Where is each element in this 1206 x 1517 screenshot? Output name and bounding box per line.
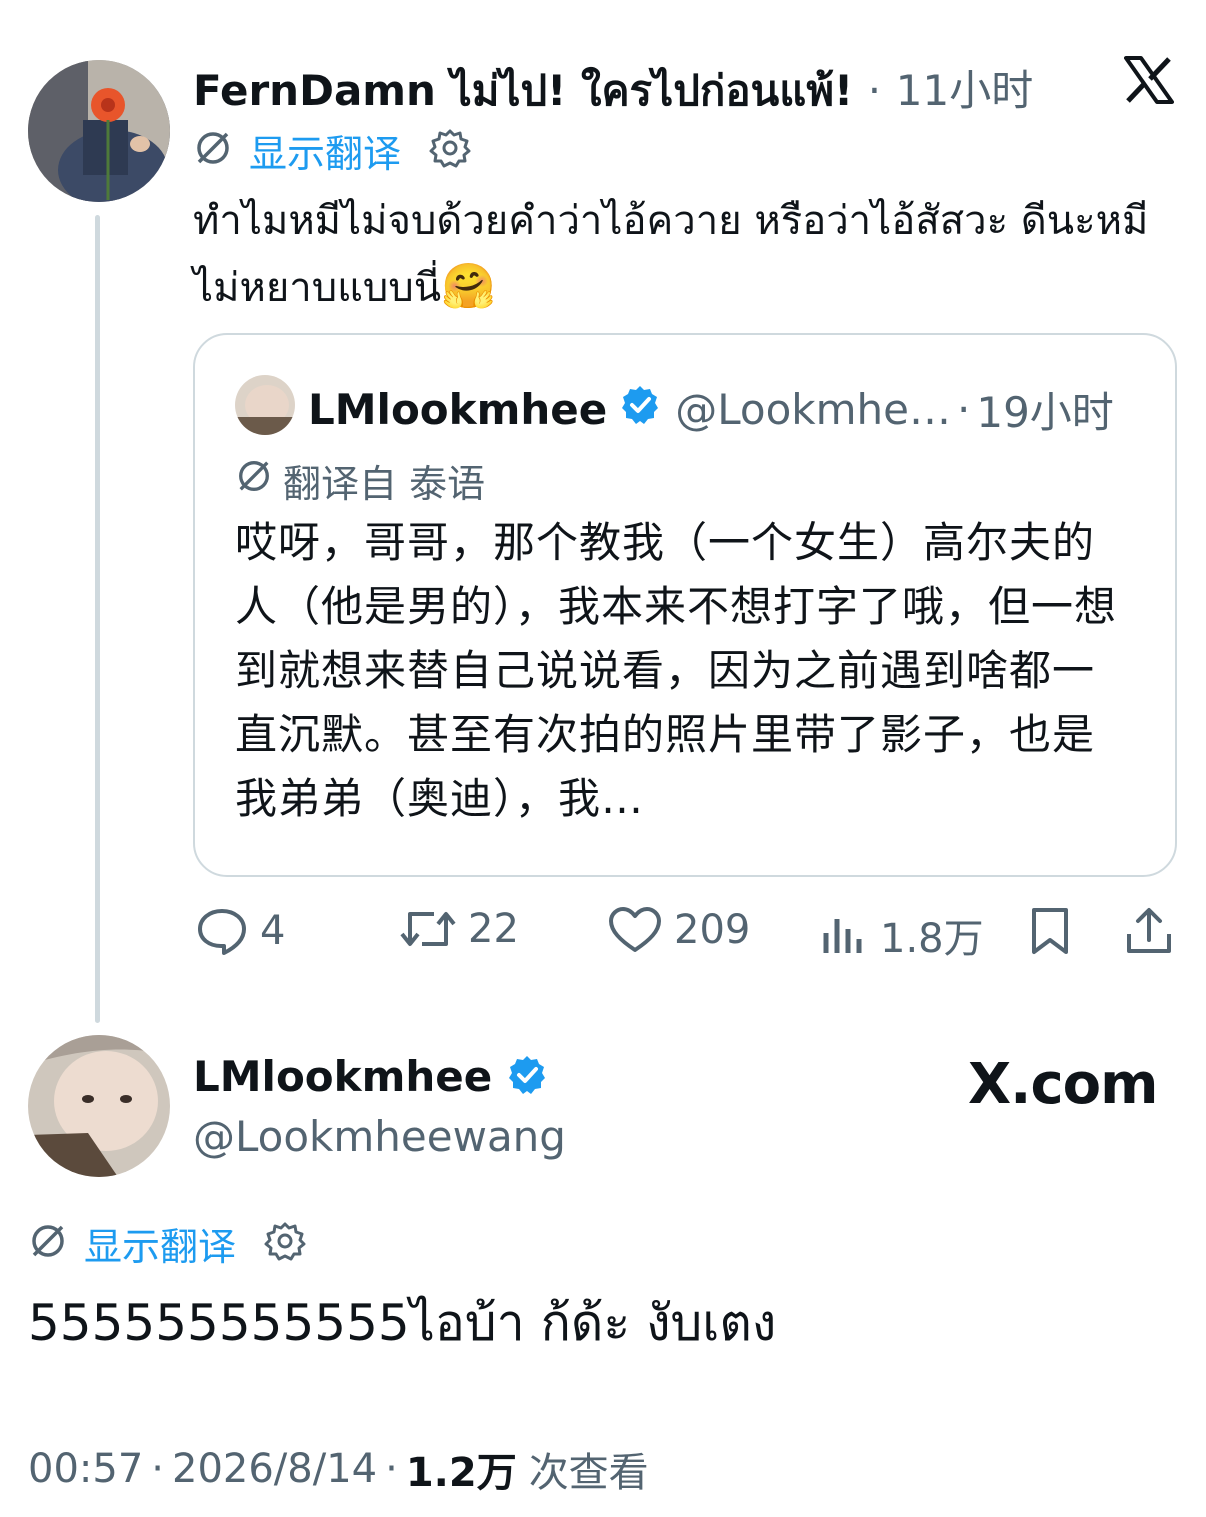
bookmark-button[interactable] <box>1028 906 1072 956</box>
timestamp[interactable]: 11小时 <box>896 66 1033 115</box>
quote-text: 哎呀，哥哥，那个教我（一个女生）高尔夫的人（他是男的），我本来不想打字了哦，但一… <box>235 511 1135 831</box>
tweet-meta: 00:57 · 2026/8/14 · 1.2万 次查看 <box>28 1440 649 1498</box>
separator: · <box>151 1446 164 1492</box>
translate-icon <box>28 1221 68 1265</box>
hug-emoji: 🤗 <box>441 261 496 312</box>
tweet-body: ทำไมหมีไม่จบด้วยคำว่าไอ้ควาย หรือว่าไอ้ส… <box>193 188 1173 321</box>
display-name[interactable]: LMlookmhee <box>193 1052 492 1101</box>
avatar <box>235 375 295 435</box>
quote-body: 哎呀，哥哥，那个教我（一个女生）高尔夫的人（他是男的），我本来不想打字了哦，但一… <box>235 518 1118 823</box>
like-count: 209 <box>674 907 751 953</box>
tweet-text: ทำไมหมีไม่จบด้วยคำว่าไอ้ควาย หรือว่าไอ้ส… <box>193 198 1149 311</box>
display-name[interactable]: FernDamn ไม่ไป! ใครไปก่อนแพ้! <box>193 66 853 115</box>
translate-icon <box>235 457 273 504</box>
xcom-watermark: X.com <box>968 1052 1158 1117</box>
views-label: 次查看 <box>528 1450 649 1496</box>
thread-connector <box>95 215 100 1023</box>
quoted-tweet-card[interactable]: LMlookmhee @Lookmhe… · 19小时 翻译自 泰语 哎呀，哥哥… <box>193 333 1177 877</box>
retweet-icon <box>400 906 456 952</box>
show-translation-link[interactable]: 显示翻译 <box>84 1216 236 1271</box>
verified-badge-icon <box>506 1054 548 1100</box>
views-button[interactable]: 1.8万 <box>820 906 984 964</box>
views-count: 1.8万 <box>880 916 984 962</box>
avatar[interactable] <box>28 1035 170 1177</box>
translate-icon <box>193 128 233 172</box>
retweet-button[interactable]: 22 <box>400 906 519 952</box>
separator: · <box>867 66 882 115</box>
share-button[interactable] <box>1124 906 1174 956</box>
post-date[interactable]: 2026/8/14 <box>172 1446 377 1492</box>
translated-from-row: 翻译自 泰语 <box>235 453 485 508</box>
author-row[interactable]: LMlookmhee <box>193 1052 548 1101</box>
translated-from-label: 翻译自 泰语 <box>283 462 486 506</box>
reply-count: 4 <box>260 908 286 954</box>
like-button[interactable]: 209 <box>608 906 750 954</box>
heart-icon <box>608 906 662 954</box>
handle: @Lookmhe… <box>675 385 951 434</box>
share-icon <box>1124 906 1174 956</box>
gear-icon[interactable] <box>429 127 471 173</box>
verified-badge-icon <box>619 384 661 436</box>
reply-button[interactable]: 4 <box>196 906 285 956</box>
retweet-count: 22 <box>468 906 519 952</box>
tweet-body: 555555555555ไอบ้า ก้ด้ะ งับเตง <box>28 1284 776 1363</box>
quote-header: LMlookmhee @Lookmhe… · 19小时 <box>308 379 1114 440</box>
post-time[interactable]: 00:57 <box>28 1446 143 1492</box>
handle[interactable]: @Lookmheewang <box>193 1112 566 1161</box>
tweet-text: 555555555555ไอบ้า ก้ด้ะ งับเตง <box>28 1294 777 1352</box>
avatar[interactable] <box>28 60 170 202</box>
timestamp: 19小时 <box>976 388 1114 437</box>
translate-row[interactable]: 显示翻译 <box>28 1219 306 1269</box>
reply-icon <box>196 906 248 956</box>
show-translation-link[interactable]: 显示翻译 <box>249 123 401 178</box>
author-name[interactable]: FernDamn ไม่ไป! ใครไปก่อนแพ้! · 11小时 <box>193 57 1033 124</box>
x-logo-icon[interactable] <box>1124 56 1174 108</box>
views-chart-icon <box>820 913 864 957</box>
gear-icon[interactable] <box>264 1220 306 1266</box>
separator: · <box>956 385 971 434</box>
separator: · <box>385 1446 398 1492</box>
translate-row[interactable]: 显示翻译 <box>193 126 471 176</box>
views-count: 1.2万 <box>405 1450 517 1496</box>
bookmark-icon <box>1028 906 1072 956</box>
display-name[interactable]: LMlookmhee <box>308 385 607 434</box>
